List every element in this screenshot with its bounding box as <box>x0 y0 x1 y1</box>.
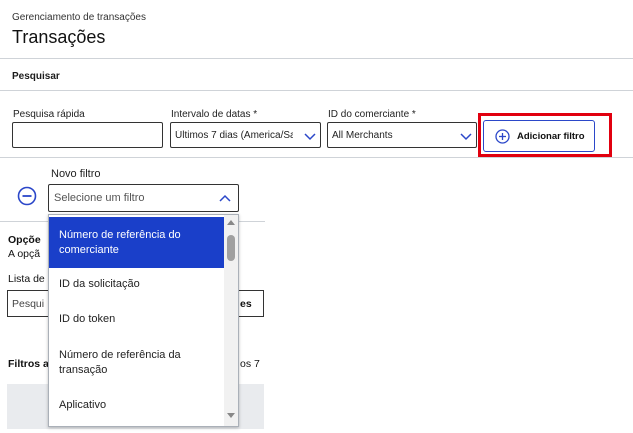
merchant-id-value: All Merchants <box>332 130 393 141</box>
merchant-id-select[interactable]: All Merchants <box>327 122 477 148</box>
scroll-down-icon[interactable] <box>227 413 235 418</box>
background-search-suffix: es <box>240 298 252 310</box>
filter-dropdown-list: Número de referência do comerciante ID d… <box>48 214 239 427</box>
new-filter-select[interactable]: Selecione um filtro <box>48 184 239 212</box>
filter-option-token-id[interactable]: ID do token <box>49 312 225 327</box>
filters-label: Filtros a <box>8 358 49 370</box>
chevron-up-icon <box>219 194 231 202</box>
list-label: Lista de <box>8 273 45 285</box>
quick-search-input[interactable] <box>12 122 163 148</box>
filter-option-application[interactable]: Aplicativo <box>49 398 225 413</box>
scroll-up-icon[interactable] <box>227 220 235 225</box>
plus-circle-icon <box>495 129 510 144</box>
search-section-header: Pesquisar <box>0 58 633 91</box>
quick-search-label: Pesquisa rápida <box>13 109 85 120</box>
options-subtitle: A opçã <box>8 248 41 260</box>
scrollbar[interactable] <box>224 215 238 426</box>
new-filter-label: Novo filtro <box>51 168 101 180</box>
date-range-select[interactable]: Últimos 7 dias (America/Sa <box>170 122 321 148</box>
filter-option-merchant-ref[interactable]: Número de referência do comerciante <box>49 217 225 268</box>
add-filter-label: Adicionar filtro <box>517 131 585 142</box>
filter-option-transaction-ref[interactable]: Número de referência da transação <box>49 348 225 378</box>
new-filter-placeholder: Selecione um filtro <box>54 192 145 204</box>
date-range-label: Intervalo de datas * <box>171 109 258 120</box>
add-filter-button[interactable]: Adicionar filtro <box>483 120 595 152</box>
scroll-thumb[interactable] <box>227 235 235 261</box>
background-search-placeholder: Pesqui <box>12 298 45 310</box>
filter-option-request-id[interactable]: ID da solicitação <box>49 277 225 292</box>
page-title: Transações <box>12 27 106 47</box>
remove-filter-icon[interactable] <box>17 186 37 206</box>
merchant-id-label: ID do comerciante * <box>328 109 416 120</box>
filters-suffix: os 7 <box>240 358 260 370</box>
breadcrumb: Gerenciamento de transações <box>12 12 146 23</box>
search-section-label: Pesquisar <box>12 71 60 82</box>
chevron-down-icon <box>304 133 316 141</box>
chevron-down-icon <box>460 133 472 141</box>
date-range-value: Últimos 7 dias (America/Sa <box>175 130 293 141</box>
divider <box>0 157 633 158</box>
options-heading: Opçõe <box>8 234 41 246</box>
